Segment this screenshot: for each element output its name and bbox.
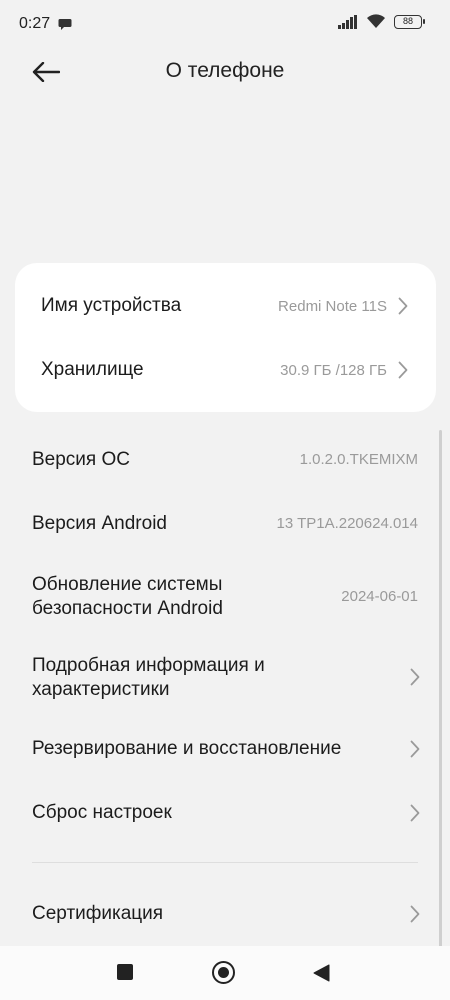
- chevron-right-icon: [398, 361, 408, 379]
- chevron-right-icon: [398, 297, 408, 315]
- divider: [32, 862, 418, 863]
- backup-restore-label: Резервирование и восстановление: [32, 738, 342, 759]
- android-version-value: 13 TP1A.220624.014: [276, 515, 418, 532]
- about-phone-screen: 0:27 88 О телефоне Имя устройства Redmi …: [0, 0, 450, 1000]
- factory-reset-label: Сброс настроек: [32, 802, 172, 823]
- back-triangle-icon[interactable]: [313, 964, 330, 982]
- storage-label: Хранилище: [41, 359, 144, 380]
- android-version-label: Версия Android: [32, 513, 167, 534]
- device-name-value: Redmi Note 11S: [278, 297, 387, 315]
- scrollbar[interactable]: [439, 430, 442, 970]
- battery-icon: 88: [394, 14, 425, 29]
- os-version-label: Версия ОС: [32, 449, 130, 470]
- security-update-row[interactable]: Обновление системы безопасности Android …: [0, 568, 450, 628]
- device-info-card: Имя устройства Redmi Note 11S Хранилище …: [15, 263, 436, 412]
- chevron-right-icon: [410, 804, 420, 822]
- storage-row[interactable]: Хранилище 30.9 ГБ /128 ГБ: [15, 338, 436, 402]
- status-time: 0:27: [19, 15, 51, 32]
- status-bar: 0:27 88: [0, 0, 450, 50]
- security-update-label-line2: безопасности Android: [32, 598, 223, 619]
- os-version-value: 1.0.2.0.TKEMIXM: [299, 451, 418, 468]
- details-row[interactable]: Подробная информация и характеристики: [0, 648, 450, 708]
- chevron-right-icon: [410, 668, 420, 686]
- device-name-label: Имя устройства: [41, 295, 182, 316]
- factory-reset-row[interactable]: Сброс настроек: [0, 789, 450, 837]
- details-label-line2: характеристики: [32, 679, 170, 700]
- home-button[interactable]: [212, 961, 235, 984]
- backup-restore-row[interactable]: Резервирование и восстановление: [0, 725, 450, 773]
- security-update-value: 2024-06-01: [341, 588, 418, 605]
- security-update-label-line1: Обновление системы: [32, 574, 223, 595]
- os-version-row[interactable]: Версия ОС 1.0.2.0.TKEMIXM: [0, 436, 450, 484]
- details-label-line1: Подробная информация и: [32, 655, 265, 676]
- battery-level: 88: [402, 15, 413, 26]
- recents-button[interactable]: [117, 964, 133, 980]
- wifi-icon: [367, 14, 385, 28]
- certification-row[interactable]: Сертификация: [0, 890, 450, 938]
- storage-value: 30.9 ГБ /128 ГБ: [280, 361, 387, 379]
- certification-label: Сертификация: [32, 903, 164, 924]
- page-title: О телефоне: [165, 59, 285, 82]
- signal-icon: [338, 14, 357, 29]
- status-icons: 88: [338, 14, 425, 29]
- chevron-right-icon: [410, 905, 420, 923]
- device-name-row[interactable]: Имя устройства Redmi Note 11S: [15, 274, 436, 338]
- chevron-right-icon: [410, 740, 420, 758]
- message-notification-icon: [58, 19, 72, 30]
- android-version-row[interactable]: Версия Android 13 TP1A.220624.014: [0, 500, 450, 548]
